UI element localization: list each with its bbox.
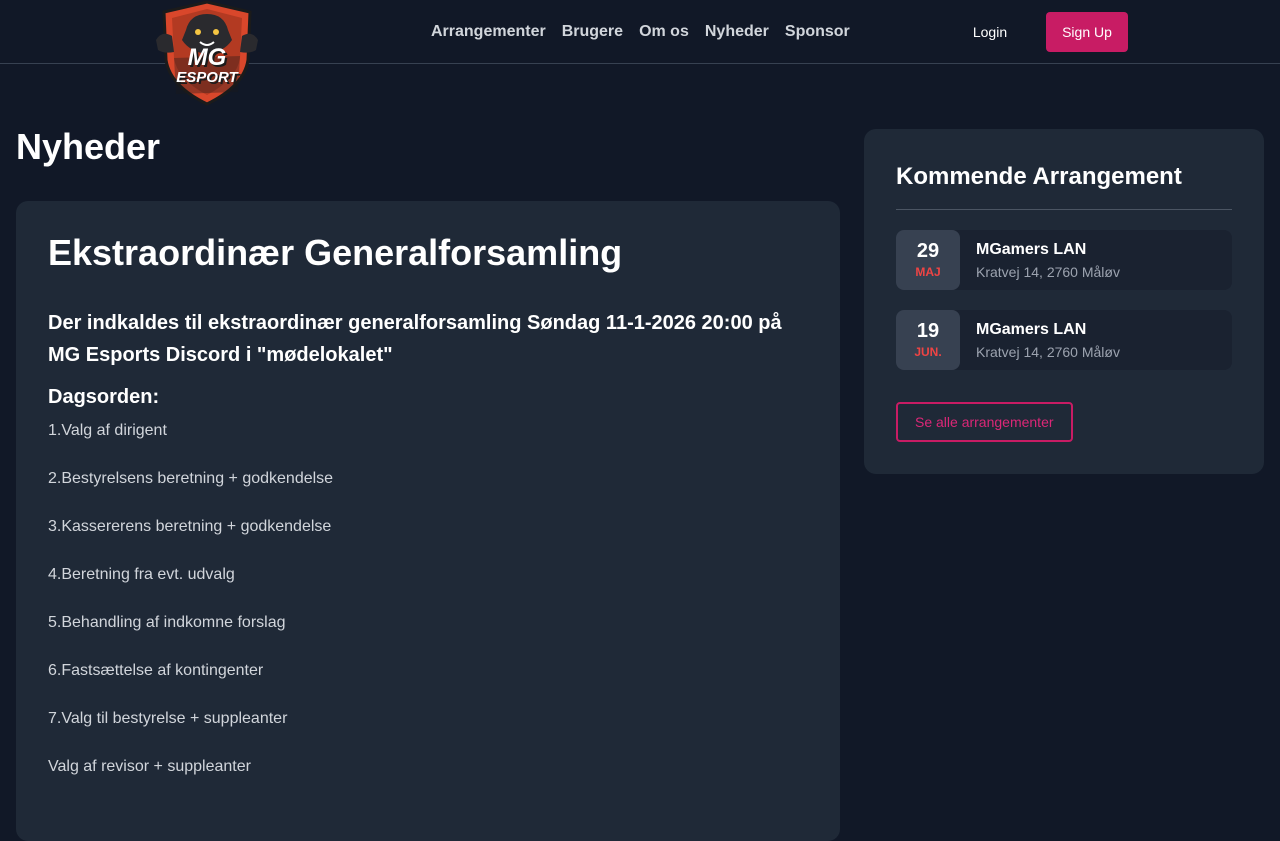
logo-text-bottom: ESPORT	[176, 69, 238, 86]
nav-item-nyheder[interactable]: Nyheder	[697, 0, 777, 64]
login-button[interactable]: Login	[958, 12, 1022, 52]
nav-item-sponsor[interactable]: Sponsor	[777, 0, 858, 64]
article-lead: Der indkaldes til ekstraordinær generalf…	[48, 312, 782, 366]
upcoming-events-card: Kommende Arrangement 29 MAJ MGamers LAN …	[864, 129, 1264, 474]
event-info: MGamers LAN Kratvej 14, 2760 Måløv	[960, 310, 1120, 370]
event-info: MGamers LAN Kratvej 14, 2760 Måløv	[960, 230, 1120, 290]
agenda-item: 1.Valg af dirigent	[48, 422, 167, 439]
agenda-heading: Dagsorden:	[48, 386, 160, 408]
agenda-item: 4.Beretning fra evt. udvalg	[48, 566, 235, 583]
agenda-item: 7.Valg til bestyrelse + suppleanter	[48, 710, 288, 727]
event-month: JUN.	[914, 345, 942, 359]
event-month: MAJ	[915, 265, 941, 279]
agenda-item: 6.Fastsættelse af kontingenter	[48, 662, 264, 679]
event-date-badge: 29 MAJ	[896, 230, 960, 290]
see-all-events-button[interactable]: Se alle arrangementer	[896, 402, 1073, 442]
event-address: Kratvej 14, 2760 Måløv	[976, 344, 1120, 360]
event-day: 19	[916, 320, 940, 342]
agenda-item: Valg af revisor + suppleanter	[48, 758, 251, 775]
article-title: Ekstraordinær Generalforsamling	[48, 232, 623, 273]
nav-item-brugere[interactable]: Brugere	[554, 0, 631, 64]
event-item[interactable]: 19 JUN. MGamers LAN Kratvej 14, 2760 Mål…	[896, 310, 1232, 370]
agenda-item: 5.Behandling af indkomne forslag	[48, 614, 286, 631]
signup-button[interactable]: Sign Up	[1046, 12, 1128, 52]
agenda-item: 2.Bestyrelsens beretning + godkendelse	[48, 470, 334, 487]
event-name: MGamers LAN	[976, 241, 1087, 258]
logo-text-top: MG	[187, 44, 227, 71]
news-article-card: Ekstraordinær Generalforsamling Der indk…	[16, 201, 840, 841]
event-item[interactable]: 29 MAJ MGamers LAN Kratvej 14, 2760 Målø…	[896, 230, 1232, 290]
event-day: 29	[916, 240, 940, 262]
page-title: Nyheder	[16, 126, 161, 167]
event-date-badge: 19 JUN.	[896, 310, 960, 370]
nav-item-arrangementer[interactable]: Arrangementer	[423, 0, 554, 64]
agenda-item: 3.Kassererens beretning + godkendelse	[48, 518, 332, 535]
mg-esport-logo[interactable]: MG ESPORT	[150, 0, 264, 106]
upcoming-events-title: Kommende Arrangement	[896, 161, 1232, 210]
agenda-list: 1.Valg af dirigent 2.Bestyrelsens beretn…	[48, 421, 808, 805]
event-address: Kratvej 14, 2760 Måløv	[976, 264, 1120, 280]
top-navigation-bar: MG ESPORT Arrangementer Brugere Om os Ny…	[0, 0, 1280, 106]
main-nav: Arrangementer Brugere Om os Nyheder Spon…	[423, 0, 858, 64]
event-name: MGamers LAN	[976, 321, 1087, 338]
nav-item-om-os[interactable]: Om os	[631, 0, 697, 64]
